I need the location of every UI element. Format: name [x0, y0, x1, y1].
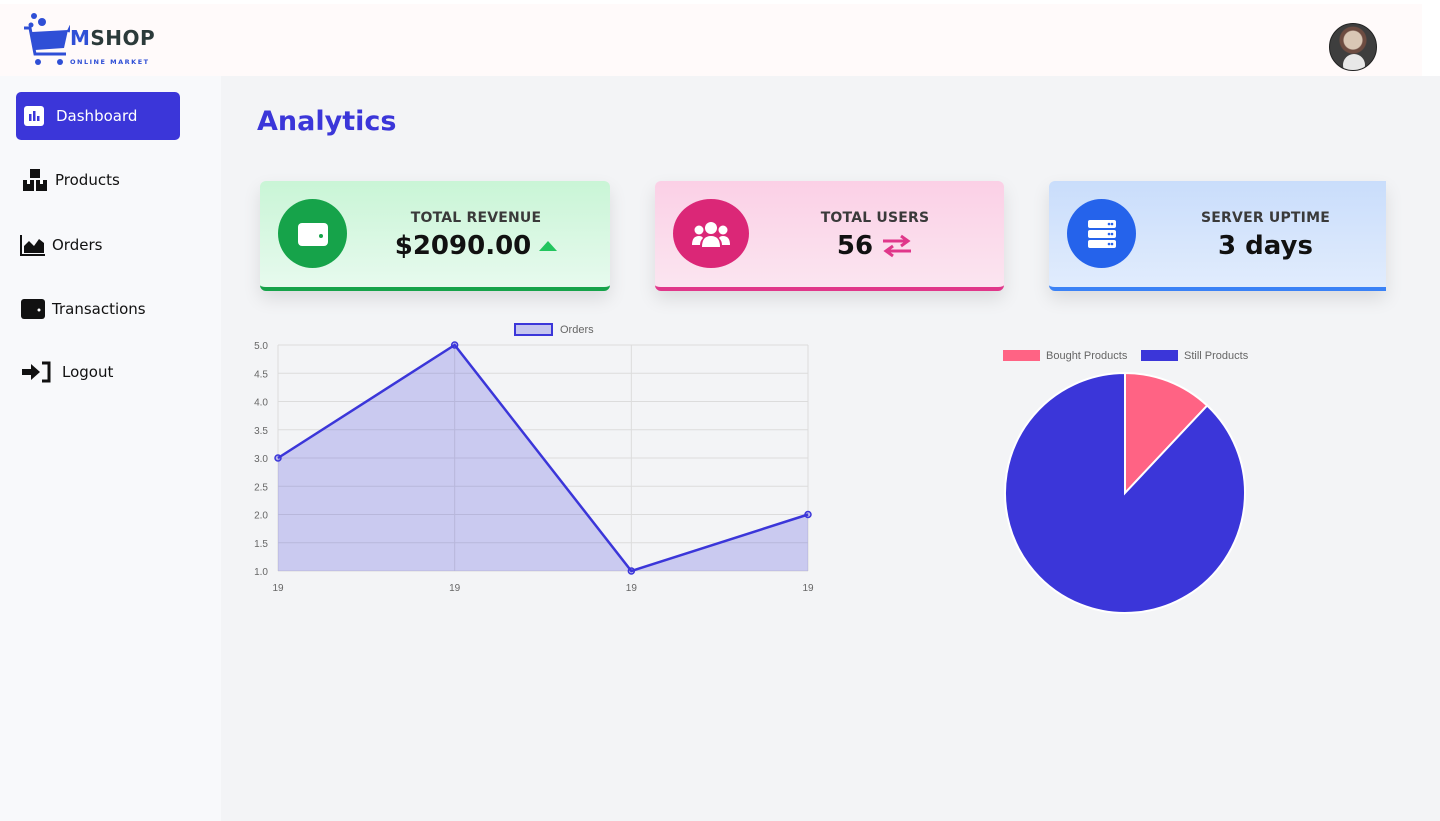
y-tick-label: 1.0: [254, 567, 268, 578]
x-tick-label: 19: [802, 583, 814, 594]
sidebar-item-logout[interactable]: Logout: [16, 348, 180, 396]
sidebar-item-transactions[interactable]: Transactions: [16, 285, 180, 333]
sidebar-item-label: Products: [55, 171, 120, 189]
exchange-arrows-icon: [883, 234, 912, 258]
legend-label: Orders: [560, 324, 594, 336]
data-point: [804, 510, 812, 519]
users-icon: [673, 199, 749, 268]
logout-icon: [20, 361, 58, 383]
legend-swatch: [514, 323, 553, 336]
data-point: [450, 341, 459, 349]
server-icon: [1067, 199, 1136, 268]
y-tick-label: 1.5: [254, 539, 268, 550]
revenue-value: $2090.00: [394, 231, 532, 261]
brand-logo[interactable]: MSHOP ONLINE MARKET: [22, 12, 162, 70]
y-tick-label: 2.0: [254, 511, 268, 522]
card-title: TOTAL REVENUE: [410, 210, 542, 226]
y-tick-label: 4.5: [254, 369, 268, 380]
legend-swatch: [1141, 350, 1178, 361]
x-tick-label: 19: [449, 583, 461, 594]
user-avatar[interactable]: [1329, 23, 1377, 71]
sidebar-item-products[interactable]: Products: [16, 156, 180, 204]
area-chart-icon: [20, 234, 48, 256]
sidebar-item-label: Orders: [52, 236, 103, 254]
stat-card-uptime: SERVER UPTIME 3 days: [1049, 181, 1386, 291]
boxes-icon: [23, 169, 51, 191]
sidebar-item-orders[interactable]: Orders: [16, 221, 180, 269]
sidebar-item-dashboard[interactable]: Dashboard: [16, 92, 180, 140]
page-title: Analytics: [257, 106, 397, 137]
y-tick-label: 3.5: [254, 426, 268, 437]
legend-label: Still Products: [1184, 350, 1249, 362]
y-tick-label: 5.0: [254, 341, 268, 352]
cart-icon: [24, 13, 78, 65]
bar-chart-icon: [24, 106, 52, 126]
wallet-icon: [278, 199, 347, 268]
y-tick-label: 3.0: [254, 454, 268, 465]
card-title: SERVER UPTIME: [1201, 210, 1330, 226]
data-point: [627, 567, 636, 575]
sidebar: Dashboard Products Orders Transactions L…: [0, 76, 221, 821]
sidebar-item-label: Dashboard: [56, 107, 138, 125]
users-value: 56: [836, 231, 874, 261]
card-value: 56: [770, 231, 980, 261]
brand-name: MSHOP: [70, 26, 156, 50]
x-tick-label: 19: [626, 583, 638, 594]
main-content: Analytics TOTAL REVENUE $2090.00 TOTAL U…: [221, 76, 1440, 821]
sidebar-item-label: Transactions: [52, 300, 146, 318]
card-title: TOTAL USERS: [820, 210, 930, 226]
sidebar-item-label: Logout: [62, 363, 114, 381]
stat-card-users: TOTAL USERS 56: [655, 181, 1004, 291]
data-point: [274, 454, 282, 462]
products-pie-chart: Bought Products Still Products: [1003, 350, 1249, 614]
pie-slice: [1004, 371, 1246, 614]
y-tick-label: 4.0: [254, 398, 268, 409]
caret-up-icon: [539, 241, 558, 251]
wallet-icon: [20, 298, 48, 320]
stat-card-revenue: TOTAL REVENUE $2090.00: [260, 181, 610, 291]
y-tick-label: 2.5: [254, 482, 268, 493]
top-header: MSHOP ONLINE MARKET: [0, 4, 1422, 76]
legend-swatch: [1003, 350, 1040, 361]
card-value: $2090.00: [370, 231, 582, 261]
x-tick-label: 19: [272, 583, 284, 594]
legend-label: Bought Products: [1046, 350, 1128, 362]
brand-tagline: ONLINE MARKET: [70, 58, 150, 66]
card-value: 3 days: [1218, 231, 1313, 261]
orders-line-chart: Orders 5.0 4.5 4.0 3.5 3.0 2.5 2.0 1.5 1.0 19 19 19 1…: [254, 323, 814, 594]
